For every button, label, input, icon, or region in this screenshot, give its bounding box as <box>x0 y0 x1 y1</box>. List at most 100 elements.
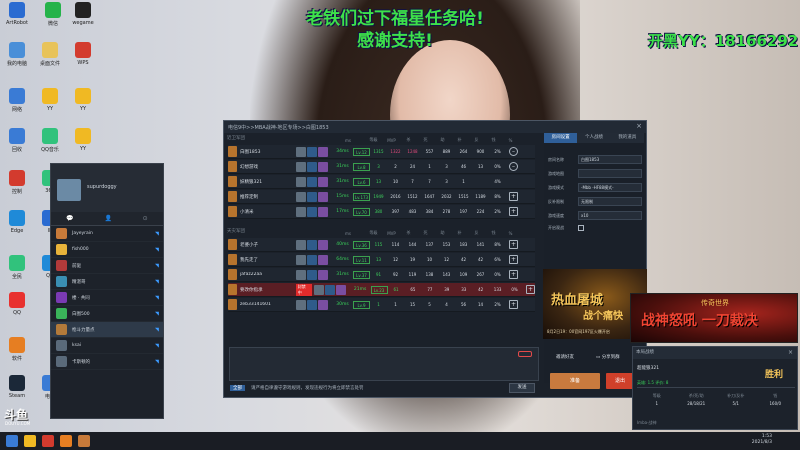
tab-groups[interactable]: ⊙ <box>143 215 148 222</box>
chat-channel-select[interactable]: 全部 <box>230 385 245 391</box>
player-row[interactable]: 小清米 17ms Lv.70 380 397 483 384 278 197 224 2% + <box>228 205 535 219</box>
desktop-icon[interactable]: 我的电脑 <box>0 42 34 67</box>
desktop-icon[interactable]: 控制 <box>0 170 34 195</box>
player-row[interactable]: 幻想游戏 31ms Lv.8 3 2 24 1 3 46 13 0% – <box>228 160 535 174</box>
player-row[interactable]: 推荐定制 15ms Lv.173 1949 2016 1512 1647 2032 1515 11… <box>228 190 535 204</box>
desktop-icon[interactable]: YY <box>66 88 100 112</box>
stat-cell: 65 <box>410 287 416 292</box>
column-header: MVP <box>387 230 396 236</box>
room-settings-tabs: 房间设置 个人战绩 我的道具 <box>544 133 644 143</box>
player-row[interactable]: jafaz22aa 31ms Lv.37 91 92 119 138 143 109 267 0% + <box>228 268 535 282</box>
close-icon[interactable]: × <box>788 347 793 359</box>
add-friend-button[interactable]: + <box>509 270 518 279</box>
tab-my-items[interactable]: 我的道具 <box>610 133 644 143</box>
clock[interactable]: 1:53 2021/8/3 <box>752 434 772 446</box>
stat-cell: 10 <box>392 179 399 184</box>
remove-button[interactable]: – <box>509 162 518 171</box>
stat-cell: 197 <box>459 209 468 214</box>
avatar[interactable] <box>57 179 81 201</box>
friend-item[interactable]: 精湛哥 ◥ <box>51 274 163 290</box>
player-row[interactable]: 白图1853 34ms Lv.12 1315 1322 1248 557 889 264 900 2… <box>228 145 535 159</box>
friend-item[interactable]: 前驱 ◥ <box>51 258 163 274</box>
game-icon[interactable] <box>60 435 72 447</box>
folder-icon[interactable] <box>24 435 36 447</box>
start-icon[interactable] <box>6 435 18 447</box>
desktop-icon[interactable]: Edge <box>0 210 34 234</box>
player-row[interactable]: zeb33141601 30ms Lv.9 1 1 15 5 4 56 14 2% + <box>228 298 535 312</box>
friend-item[interactable]: 枪斗力量点 ◥ <box>51 322 163 338</box>
desktop-icon[interactable]: Steam <box>0 375 34 399</box>
friend-item[interactable]: 白图500 ◥ <box>51 306 163 322</box>
setting-value[interactable]: -Mbb -HF88模式- <box>578 183 642 192</box>
desktop-icon[interactable]: 微信 <box>36 2 70 27</box>
player-row[interactable]: 我先走了 64ms Lv.11 13 12 19 10 12 42 42 6% + <box>228 253 535 267</box>
desktop-icon[interactable]: 回收 <box>0 128 34 153</box>
friend-item[interactable]: fish000 ◥ <box>51 242 163 258</box>
share-button[interactable]: ▭ 分享到群 <box>596 351 620 363</box>
add-friend-button[interactable]: + <box>509 240 518 249</box>
item-icon <box>296 254 306 265</box>
stat-cell: 278 <box>442 209 451 214</box>
add-friend-button[interactable]: + <box>509 192 518 201</box>
window-title-bar: 电信9中>>MBA战神-地区专场>>白图1853 × <box>224 121 646 133</box>
stat-cell: 0% <box>494 164 501 169</box>
player-row[interactable]: 老婆小子 40ms Lv.36 115 114 144 137 153 183 141 8% + <box>228 238 535 252</box>
desktop-icon[interactable]: QQ <box>0 292 34 316</box>
desktop-icon[interactable]: YY <box>33 88 67 112</box>
setting-label: 游戏速度 <box>548 212 564 218</box>
setting-value[interactable]: x10 <box>578 211 642 220</box>
tab-friends[interactable]: 👤 <box>104 215 111 222</box>
desktop-icon[interactable]: QQ音乐 <box>33 128 67 153</box>
column-header: 杀 <box>406 137 411 142</box>
player-row[interactable]: 妖精狼321 31ms Lv.6 13 10 7 7 3 1 4% <box>228 175 535 189</box>
add-friend-button[interactable]: + <box>509 300 518 309</box>
tab-room-settings[interactable]: 房间设置 <box>544 133 578 143</box>
send-button[interactable]: 发送 <box>509 383 535 393</box>
stat-cell: 10 <box>426 257 433 262</box>
add-friend-button[interactable]: + <box>509 255 518 264</box>
friend-item[interactable]: 楼 · 共同 ◥ <box>51 290 163 306</box>
ad-brand: 传奇世界 <box>701 299 729 307</box>
app-icon <box>9 2 25 18</box>
setting-value[interactable] <box>578 169 642 178</box>
friend-item[interactable]: 卡斯顿的 ◥ <box>51 354 163 370</box>
friend-item[interactable]: Jayeyrain ◥ <box>51 226 163 242</box>
remove-button[interactable]: – <box>509 147 518 156</box>
desktop-icon[interactable]: 桌面文件 <box>33 42 67 67</box>
setting-value[interactable]: 无限制 <box>578 197 642 206</box>
desktop-icon[interactable]: 软件 <box>0 337 34 362</box>
game-icon[interactable] <box>78 435 90 447</box>
desktop-icon[interactable]: ArtRobot <box>0 2 34 26</box>
ad-banner[interactable]: 传奇世界 战神怒吼 一刀裁决 <box>630 293 798 343</box>
app-icon[interactable] <box>42 435 54 447</box>
desktop-icon[interactable]: WPS <box>66 42 100 66</box>
add-friend-button[interactable]: + <box>526 285 535 294</box>
desktop-icon[interactable]: wegame <box>66 2 100 26</box>
setting-value[interactable]: 白图1853 <box>578 155 642 164</box>
desktop-icon[interactable]: 网络 <box>0 88 34 113</box>
stat-cell: 1189 <box>475 194 486 199</box>
item-icon <box>307 176 317 187</box>
user-name: supurdoggy <box>87 184 117 190</box>
column-header: 等级 <box>369 230 378 235</box>
desktop-icon[interactable]: YY <box>66 128 100 152</box>
close-icon[interactable]: × <box>636 122 642 130</box>
emoji-icon[interactable] <box>518 351 532 357</box>
player-row[interactable]: 要改你指承 封禁中 21ms Lv.23 61 65 77 39 33 42 133 0% + <box>228 283 535 297</box>
exit-button[interactable]: 退出 <box>606 373 634 389</box>
spectate-checkbox[interactable] <box>578 225 584 231</box>
setting-field: 反补限制 无限制 <box>548 197 642 206</box>
invite-button[interactable]: 邀请好友 <box>556 351 574 363</box>
tab-chat[interactable]: 💬 <box>66 215 73 222</box>
stat-cell: 889 <box>442 149 451 154</box>
table-header: ms 等级 MVP 杀死助补反钱% <box>228 229 535 237</box>
tab-personal-record[interactable]: 个人战绩 <box>577 133 611 143</box>
desktop-icon[interactable]: 全民 <box>0 255 34 280</box>
add-friend-button[interactable]: + <box>509 207 518 216</box>
desktop-icon-label: ArtRobot <box>6 20 28 26</box>
ready-button[interactable]: 准备 <box>550 373 600 389</box>
chat-input[interactable]: 全部 请严格自律遵守游戏规则，发现违规行为将立即禁言处罚 发送 <box>229 347 539 393</box>
friend-item[interactable]: ksai ◥ <box>51 338 163 354</box>
column-header: 补 <box>457 137 462 142</box>
friend-name: 白图500 <box>72 311 90 317</box>
